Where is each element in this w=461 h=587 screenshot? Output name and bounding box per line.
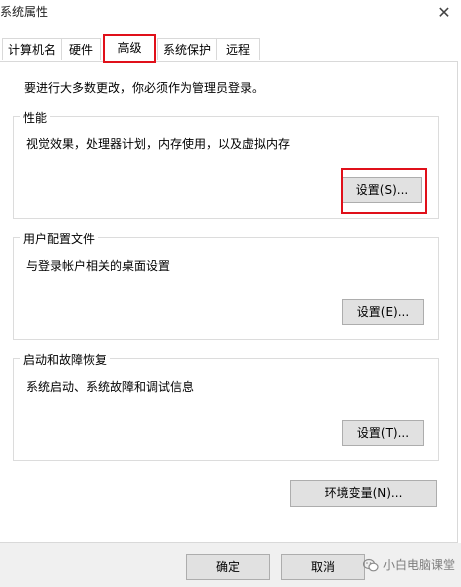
user-profiles-settings-button[interactable]: 设置(E)...	[342, 299, 424, 325]
performance-group-title: 性能	[20, 109, 51, 126]
cancel-button[interactable]: 取消	[281, 554, 365, 580]
watermark: 小白电脑课堂	[362, 556, 455, 573]
startup-recovery-group-title: 启动和故障恢复	[20, 351, 111, 368]
watermark-text: 小白电脑课堂	[382, 558, 455, 572]
system-properties-dialog: 系统属性 ✕ 计算机名 硬件 高级 系统保护 远程 要进行大多数更改，你必须作为…	[0, 0, 461, 587]
user-profiles-description: 与登录帐户相关的桌面设置	[26, 259, 171, 273]
ok-button[interactable]: 确定	[186, 554, 270, 580]
tab-hardware[interactable]: 硬件	[61, 38, 101, 60]
title-bar: 系统属性 ✕	[0, 0, 461, 28]
tab-strip: 计算机名 硬件 高级 系统保护 远程	[0, 33, 461, 63]
admin-notice: 要进行大多数更改，你必须作为管理员登录。	[24, 81, 265, 95]
window-title: 系统属性	[0, 5, 49, 19]
environment-variables-button[interactable]: 环境变量(N)...	[290, 480, 437, 507]
tab-computer-name[interactable]: 计算机名	[2, 38, 62, 60]
performance-description: 视觉效果，处理器计划，内存使用，以及虚拟内存	[26, 137, 291, 151]
tab-remote[interactable]: 远程	[216, 38, 260, 60]
performance-button-highlight	[341, 168, 427, 214]
tab-system-protection[interactable]: 系统保护	[157, 38, 217, 60]
tab-advanced[interactable]: 高级	[103, 34, 156, 63]
startup-recovery-settings-button[interactable]: 设置(T)...	[342, 420, 424, 446]
user-profiles-group: 用户配置文件 与登录帐户相关的桌面设置 设置(E)...	[13, 230, 439, 340]
user-profiles-group-title: 用户配置文件	[20, 230, 99, 247]
startup-recovery-description: 系统启动、系统故障和调试信息	[26, 380, 195, 394]
wechat-icon	[362, 557, 379, 573]
startup-recovery-group: 启动和故障恢复 系统启动、系统故障和调试信息 设置(T)...	[13, 351, 439, 461]
close-icon[interactable]: ✕	[433, 2, 455, 24]
